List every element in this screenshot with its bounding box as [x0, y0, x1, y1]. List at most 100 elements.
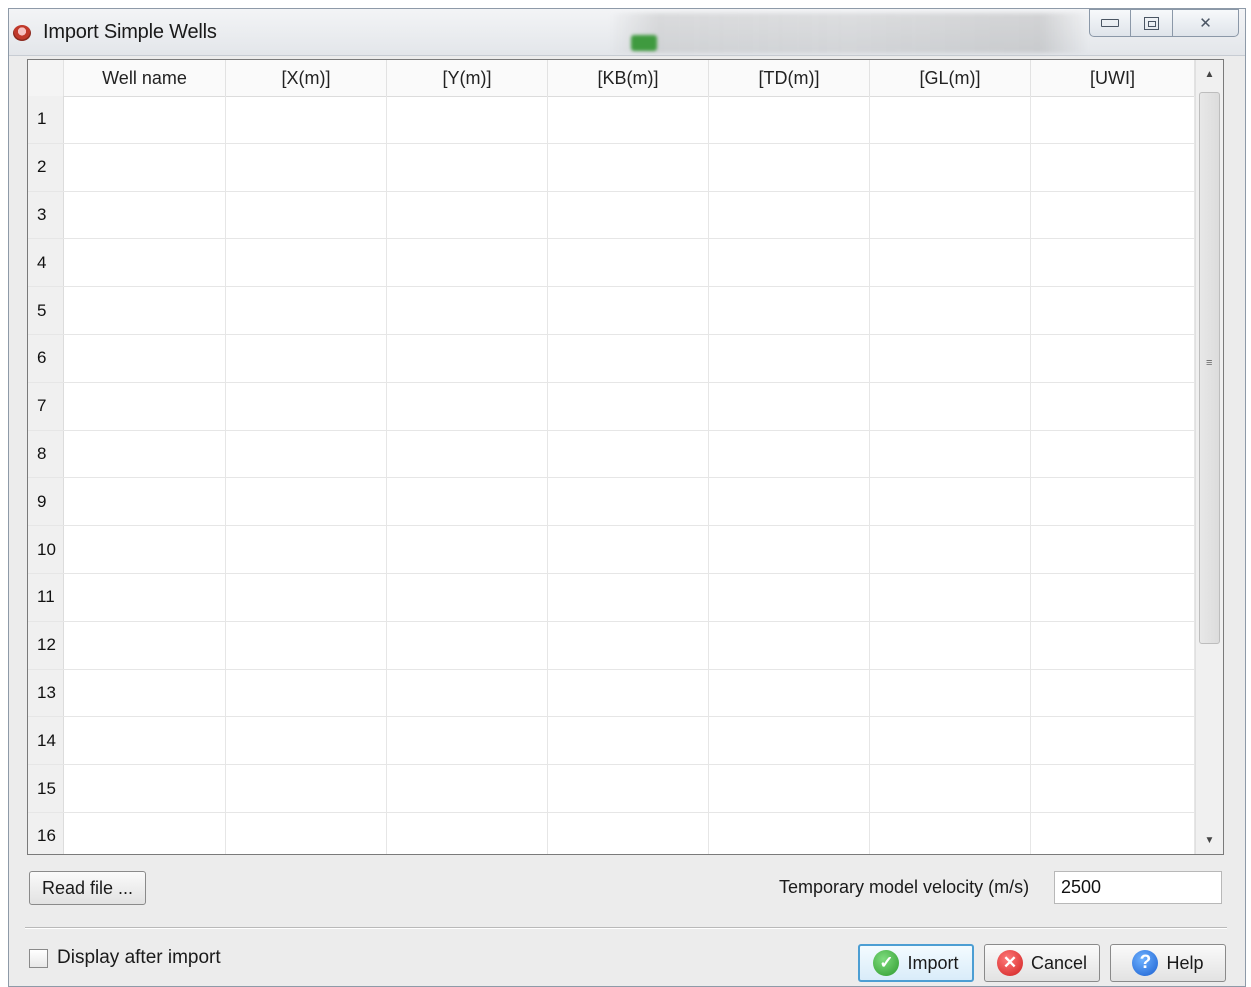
table-cell[interactable] — [870, 382, 1031, 430]
table-cell[interactable] — [226, 526, 387, 573]
row-number[interactable]: 1 — [28, 96, 64, 143]
table-cell[interactable] — [709, 96, 870, 143]
table-cell[interactable] — [64, 382, 226, 430]
table-cell[interactable] — [709, 430, 870, 478]
cancel-button[interactable]: ✕ Cancel — [984, 944, 1100, 982]
table-cell[interactable] — [64, 669, 226, 717]
table-cell[interactable] — [387, 191, 548, 239]
table-cell[interactable] — [548, 191, 709, 239]
table-cell[interactable] — [548, 573, 709, 621]
table-cell[interactable] — [64, 143, 226, 191]
table-cell[interactable] — [548, 239, 709, 287]
table-row[interactable]: 5 — [28, 287, 1195, 335]
column-header-kb[interactable]: [KB(m)] — [548, 60, 709, 96]
table-cell[interactable] — [226, 143, 387, 191]
table-cell[interactable] — [387, 382, 548, 430]
row-number[interactable]: 4 — [28, 239, 64, 287]
table-cell[interactable] — [387, 143, 548, 191]
table-row[interactable]: 4 — [28, 239, 1195, 288]
table-cell[interactable] — [387, 765, 548, 812]
row-number[interactable]: 9 — [28, 478, 64, 526]
table-cell[interactable] — [1031, 191, 1195, 239]
table-cell[interactable] — [548, 382, 709, 430]
table-cell[interactable] — [1031, 812, 1195, 854]
table-cell[interactable] — [870, 621, 1031, 669]
table-cell[interactable] — [64, 717, 226, 765]
table-row[interactable]: 3 — [28, 191, 1195, 240]
column-header-uwi[interactable]: [UWI] — [1031, 60, 1195, 96]
maximize-button[interactable] — [1131, 9, 1173, 37]
table-cell[interactable] — [709, 334, 870, 382]
table-cell[interactable] — [64, 239, 226, 287]
table-cell[interactable] — [870, 478, 1031, 526]
table-cell[interactable] — [387, 812, 548, 854]
display-after-import-label[interactable]: Display after import — [57, 947, 221, 969]
table-cell[interactable] — [870, 573, 1031, 621]
row-number[interactable]: 11 — [28, 573, 64, 621]
column-header-y[interactable]: [Y(m)] — [387, 60, 548, 96]
table-cell[interactable] — [548, 812, 709, 854]
table-cell[interactable] — [1031, 143, 1195, 191]
column-header-well-name[interactable]: Well name — [64, 60, 226, 96]
row-number[interactable]: 2 — [28, 143, 64, 191]
scroll-thumb[interactable]: ≡ — [1199, 92, 1220, 644]
table-cell[interactable] — [870, 334, 1031, 382]
table-cell[interactable] — [226, 287, 387, 334]
minimize-button[interactable] — [1089, 9, 1131, 37]
table-cell[interactable] — [870, 143, 1031, 191]
table-row[interactable]: 1 — [28, 96, 1195, 144]
table-cell[interactable] — [870, 430, 1031, 478]
table-cell[interactable] — [226, 96, 387, 143]
table-row[interactable]: 16 — [28, 812, 1195, 854]
table-cell[interactable] — [709, 573, 870, 621]
table-cell[interactable] — [226, 717, 387, 765]
close-button[interactable]: ✕ — [1173, 9, 1239, 37]
table-cell[interactable] — [64, 526, 226, 573]
table-cell[interactable] — [64, 334, 226, 382]
table-row[interactable]: 2 — [28, 143, 1195, 192]
table-cell[interactable] — [387, 96, 548, 143]
table-row[interactable]: 9 — [28, 478, 1195, 527]
table-cell[interactable] — [1031, 287, 1195, 334]
table-cell[interactable] — [1031, 573, 1195, 621]
table-cell[interactable] — [387, 430, 548, 478]
table-cell[interactable] — [387, 526, 548, 573]
table-cell[interactable] — [226, 191, 387, 239]
table-cell[interactable] — [709, 621, 870, 669]
table-cell[interactable] — [226, 765, 387, 812]
table-cell[interactable] — [64, 96, 226, 143]
table-cell[interactable] — [709, 287, 870, 334]
table-cell[interactable] — [870, 287, 1031, 334]
table-cell[interactable] — [548, 621, 709, 669]
table-cell[interactable] — [548, 96, 709, 143]
table-cell[interactable] — [870, 191, 1031, 239]
row-number[interactable]: 8 — [28, 430, 64, 478]
table-cell[interactable] — [709, 239, 870, 287]
velocity-input[interactable] — [1054, 871, 1222, 904]
vertical-scrollbar[interactable]: ▲ ≡ ▼ — [1195, 60, 1223, 854]
table-cell[interactable] — [387, 621, 548, 669]
table-cell[interactable] — [226, 334, 387, 382]
table-cell[interactable] — [387, 573, 548, 621]
table-cell[interactable] — [226, 478, 387, 526]
row-number[interactable]: 3 — [28, 191, 64, 239]
table-cell[interactable] — [870, 526, 1031, 573]
table-cell[interactable] — [64, 478, 226, 526]
table-cell[interactable] — [226, 669, 387, 717]
table-cell[interactable] — [1031, 430, 1195, 478]
scroll-down-arrow-icon[interactable]: ▼ — [1196, 826, 1223, 854]
column-header-x[interactable]: [X(m)] — [226, 60, 387, 96]
table-cell[interactable] — [387, 334, 548, 382]
table-row[interactable]: 7 — [28, 382, 1195, 431]
table-corner[interactable] — [28, 60, 64, 96]
table-cell[interactable] — [387, 239, 548, 287]
table-cell[interactable] — [548, 669, 709, 717]
table-row[interactable]: 6 — [28, 334, 1195, 383]
table-cell[interactable] — [870, 765, 1031, 812]
table-cell[interactable] — [226, 430, 387, 478]
table-cell[interactable] — [870, 669, 1031, 717]
table-cell[interactable] — [226, 812, 387, 854]
title-bar[interactable]: Import Simple Wells ✕ — [9, 9, 1245, 56]
table-cell[interactable] — [226, 239, 387, 287]
table-cell[interactable] — [548, 143, 709, 191]
